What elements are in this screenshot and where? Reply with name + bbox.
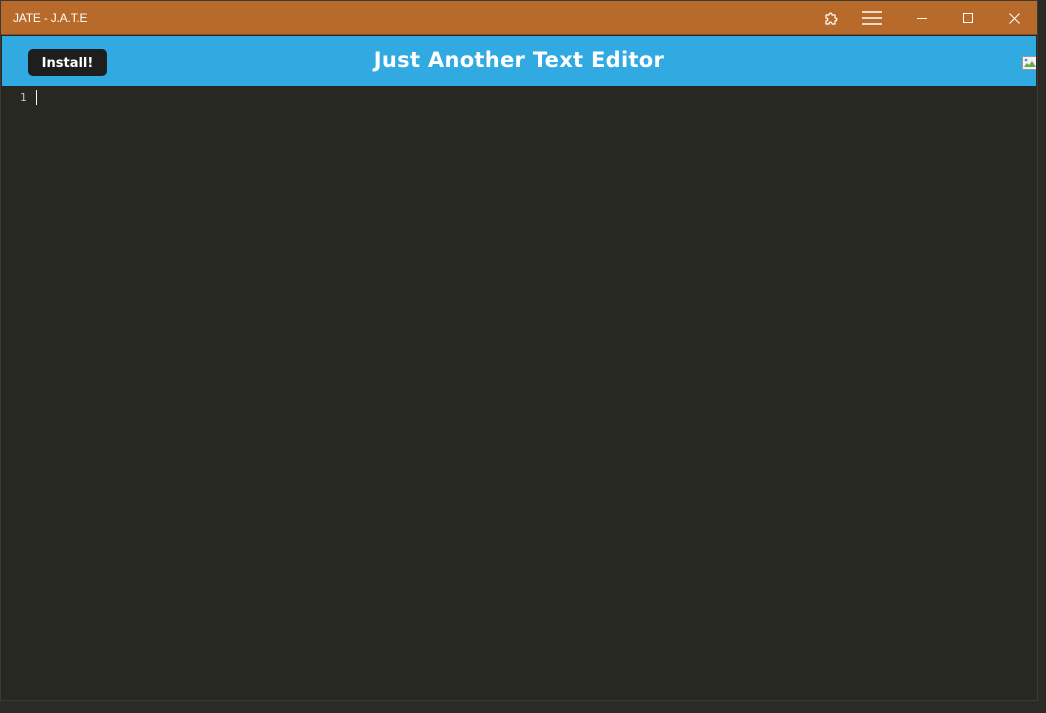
minimize-button[interactable] (899, 1, 945, 35)
close-icon (1008, 12, 1020, 24)
broken-image-icon (1022, 56, 1036, 70)
puzzle-icon (825, 12, 838, 25)
hamburger-menu-icon (862, 11, 882, 25)
extensions-button[interactable] (808, 1, 854, 35)
app-window: JATE - J.A.T.E Install! Just Another Tex… (0, 0, 1038, 701)
window-titlebar[interactable]: JATE - J.A.T.E (1, 1, 1037, 35)
app-menu-button[interactable] (849, 1, 895, 35)
text-cursor (36, 90, 37, 105)
code-editor[interactable]: 1 (2, 86, 1036, 700)
line-number: 1 (20, 91, 27, 104)
close-button[interactable] (991, 1, 1037, 35)
minimize-icon (917, 18, 927, 19)
maximize-button[interactable] (945, 1, 991, 35)
app-header: Install! Just Another Text Editor (2, 36, 1036, 86)
maximize-icon (963, 13, 973, 23)
window-title: JATE - J.A.T.E (13, 11, 88, 25)
page-title: Just Another Text Editor (373, 48, 665, 72)
